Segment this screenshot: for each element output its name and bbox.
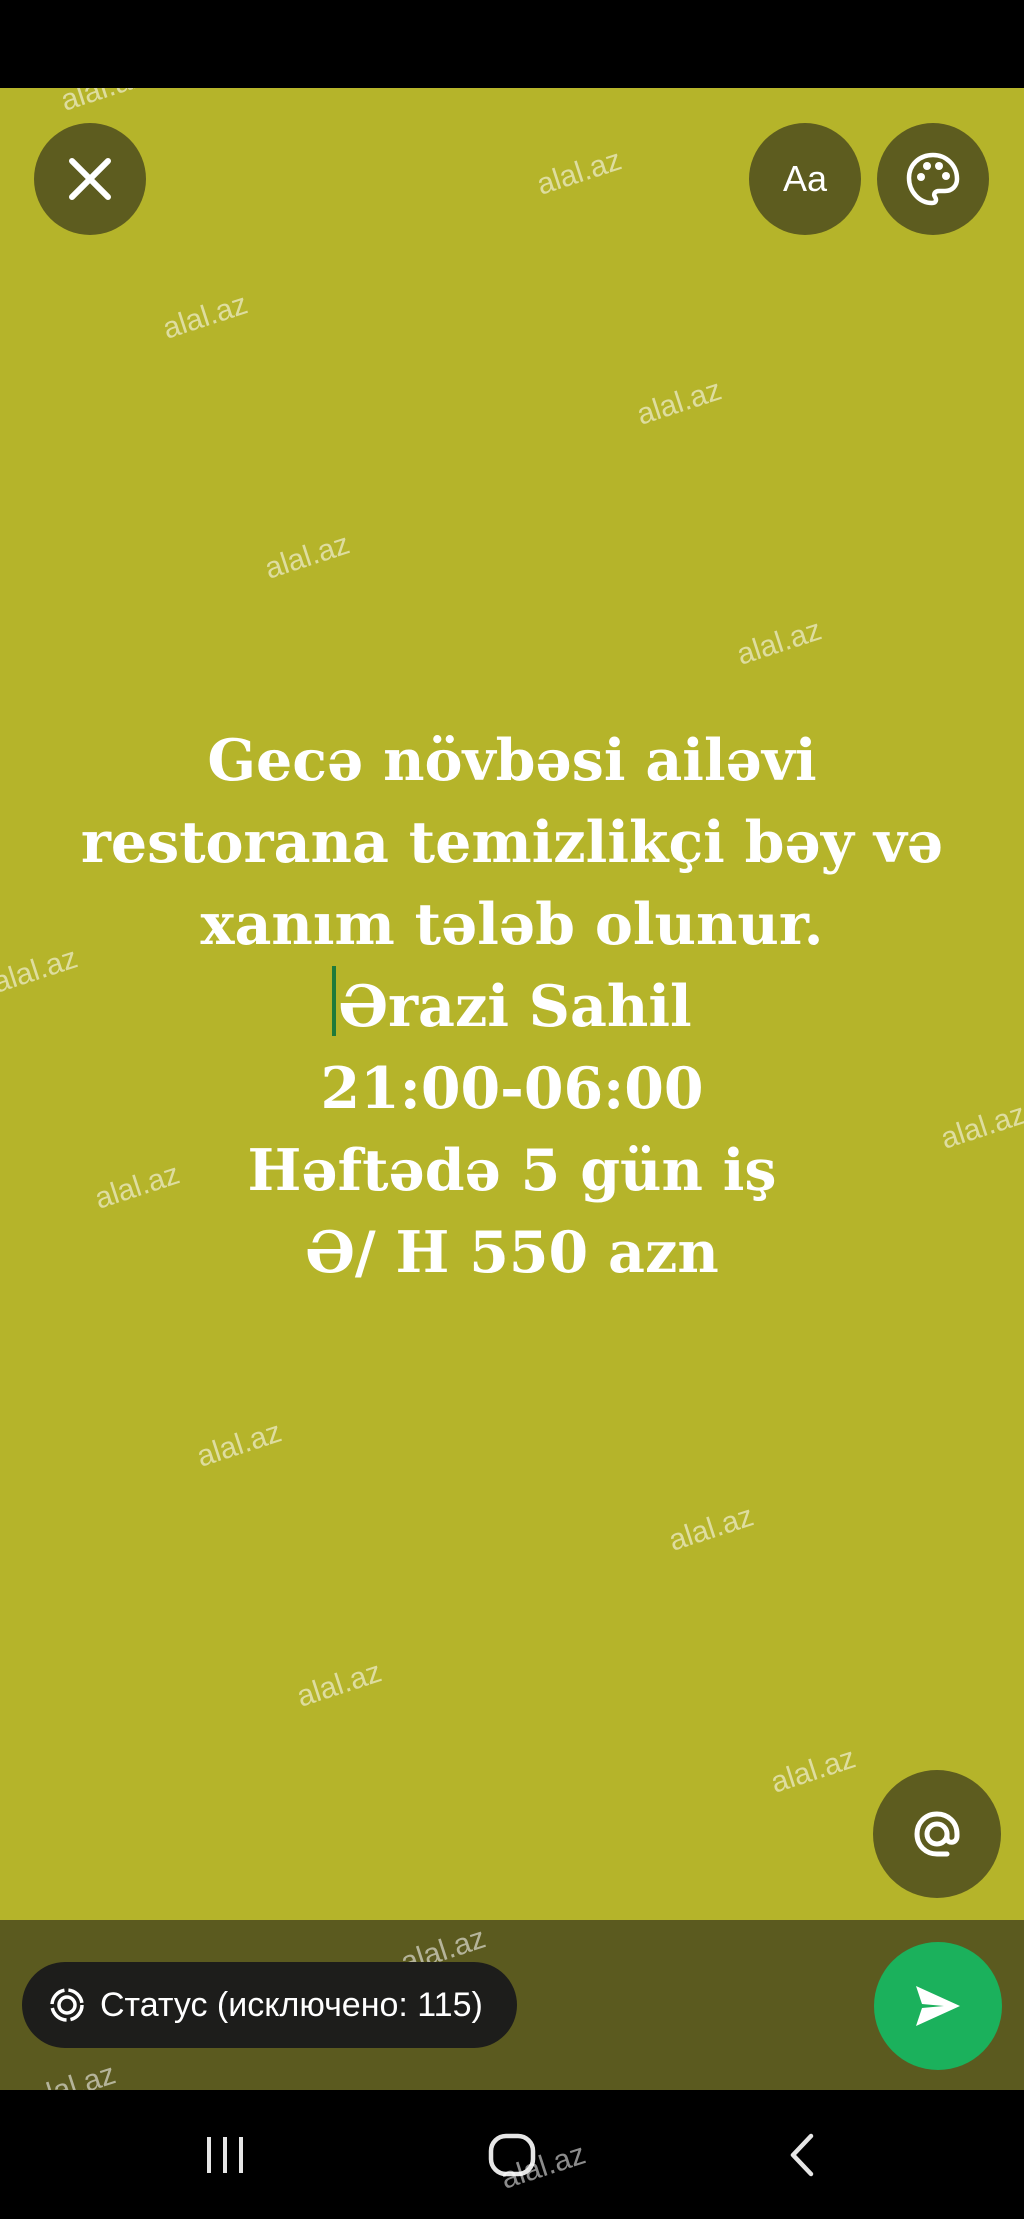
- system-navigation-bar: alal.az: [0, 2090, 1024, 2219]
- status-line-with-caret: Ərazi Sahil: [40, 966, 984, 1048]
- palette-icon: [906, 152, 960, 206]
- back-button[interactable]: [756, 2090, 846, 2219]
- text-caret: [332, 966, 337, 1036]
- status-line: xanım tələb olunur.: [200, 891, 824, 958]
- close-button[interactable]: [34, 123, 146, 235]
- watermark: alal.az: [664, 1499, 758, 1558]
- status-line: Həftədə 5 gün iş: [247, 1137, 777, 1204]
- status-line: Ərazi Sahil: [338, 973, 692, 1040]
- status-line: restorana temizlikçi bəy və: [80, 809, 944, 876]
- back-icon: [790, 2133, 814, 2176]
- bottom-bar: alal.az alal.az Статус (исключено: 115): [0, 1920, 1024, 2116]
- status-line: 21:00-06:00: [320, 1055, 704, 1122]
- close-icon: [69, 158, 111, 200]
- recent-apps-button[interactable]: [180, 2090, 270, 2219]
- mention-button[interactable]: [873, 1770, 1001, 1898]
- watermark: alal.az: [632, 373, 726, 432]
- font-style-button[interactable]: Aa: [749, 123, 861, 235]
- watermark: alal.az: [56, 88, 150, 118]
- status-audience-label: Статус (исключено: 115): [100, 1985, 483, 2024]
- home-button[interactable]: [466, 2090, 558, 2219]
- watermark: alal.az: [192, 1415, 286, 1474]
- status-line: Ə/ H 550 azn: [305, 1219, 719, 1286]
- status-ring-icon: [50, 1988, 84, 2022]
- status-line: Gecə növbəsi ailəvi: [207, 727, 817, 794]
- home-icon: [488, 2133, 536, 2176]
- recent-apps-icon: [207, 2136, 243, 2173]
- status-canvas[interactable]: alal.az alal.az alal.az alal.az alal.az …: [0, 88, 1024, 1920]
- watermark: alal.az: [292, 1655, 386, 1714]
- at-sign-icon: [914, 1811, 960, 1857]
- watermark: alal.az: [532, 143, 626, 202]
- send-button[interactable]: [874, 1942, 1002, 2070]
- watermark: alal.az: [732, 613, 826, 672]
- send-icon: [916, 1986, 960, 2026]
- watermark: alal.az: [158, 287, 252, 346]
- status-text[interactable]: Gecə növbəsi ailəvi restorana temizlikçi…: [40, 720, 984, 1294]
- status-bar: [0, 0, 1024, 88]
- watermark: alal.az: [260, 527, 354, 586]
- font-style-label: Aa: [782, 158, 828, 199]
- watermark: alal.az: [766, 1741, 860, 1800]
- color-palette-button[interactable]: [877, 123, 989, 235]
- status-audience-button[interactable]: Статус (исключено: 115): [22, 1962, 517, 2048]
